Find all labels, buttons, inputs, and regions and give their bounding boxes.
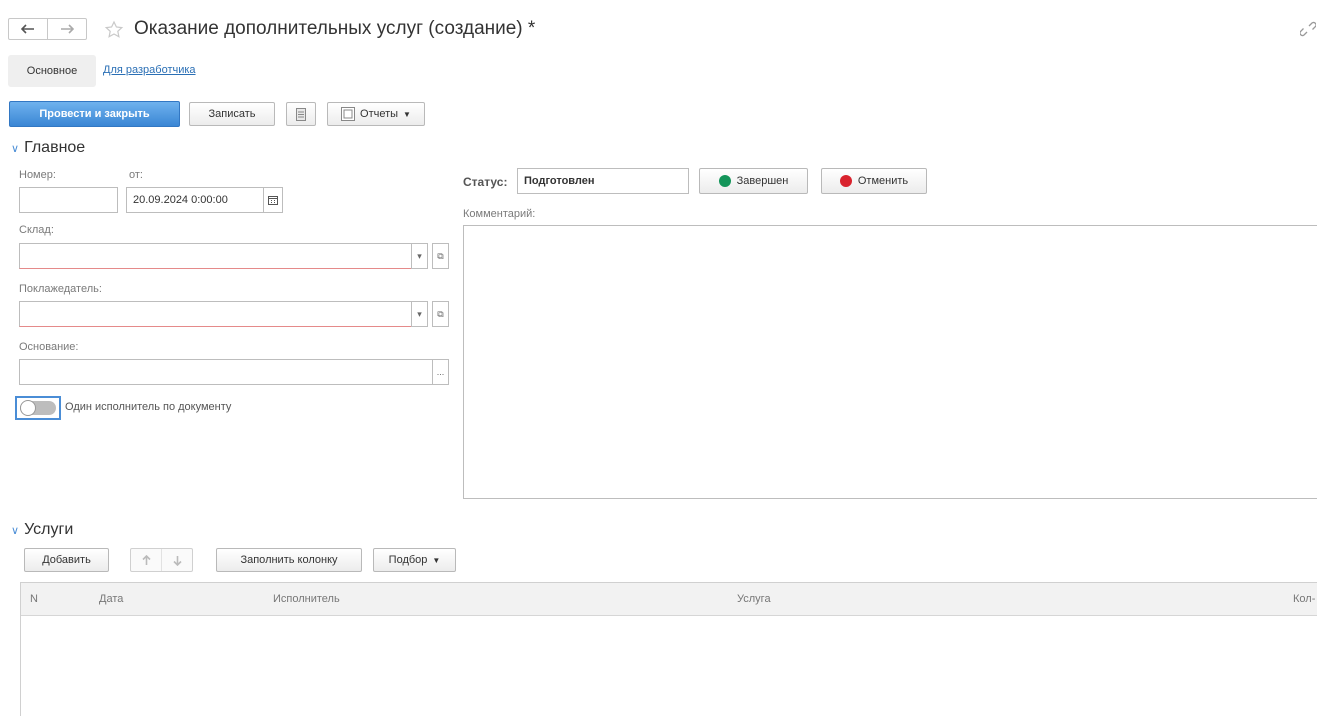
- services-table: N Дата Исполнитель Услуга Кол-: [20, 582, 1317, 716]
- open-icon: ⧉: [437, 250, 444, 261]
- services-section-title: Услуги: [24, 521, 74, 538]
- chevron-down-icon: ∨: [11, 524, 20, 537]
- calendar-button[interactable]: [263, 187, 283, 213]
- green-dot-icon: [718, 175, 731, 187]
- calendar-icon: [268, 196, 278, 205]
- bailor-label: Поклажедатель:: [19, 283, 102, 295]
- add-button[interactable]: Добавить: [24, 548, 109, 572]
- services-section-header[interactable]: ∨ Услуги: [11, 521, 73, 539]
- column-header-n[interactable]: N: [30, 583, 38, 615]
- selection-button[interactable]: Подбор ▼: [373, 548, 456, 572]
- arrow-down-icon: [172, 555, 182, 566]
- date-input[interactable]: 20.09.2024 0:00:00: [126, 187, 264, 213]
- move-down-button[interactable]: [162, 549, 192, 571]
- save-button[interactable]: Записать: [189, 102, 275, 126]
- reports-label: Отчеты: [360, 108, 399, 120]
- tab-developer[interactable]: Для разработчика: [103, 64, 196, 76]
- favorite-star-icon[interactable]: [104, 20, 124, 40]
- basis-label: Основание:: [19, 341, 79, 353]
- column-header-executor[interactable]: Исполнитель: [273, 583, 340, 615]
- basis-input[interactable]: [19, 359, 433, 385]
- chevron-down-icon: ▾: [417, 250, 422, 261]
- fill-column-button[interactable]: Заполнить колонку: [216, 548, 362, 572]
- ellipsis-icon: ...: [436, 367, 445, 377]
- document-icon-button[interactable]: [286, 102, 316, 126]
- from-label: от:: [129, 169, 143, 181]
- warehouse-dropdown-button[interactable]: ▾: [411, 243, 428, 269]
- cancel-label: Отменить: [857, 175, 909, 187]
- warehouse-open-button[interactable]: ⧉: [432, 243, 449, 269]
- main-section-header[interactable]: ∨ Главное: [11, 139, 85, 157]
- link-icon[interactable]: [1299, 20, 1317, 38]
- status-field: Подготовлен: [517, 168, 689, 194]
- open-icon: ⧉: [437, 308, 444, 319]
- red-dot-icon: [839, 175, 852, 187]
- reports-icon: [341, 107, 356, 121]
- toggle-switch: [20, 400, 56, 416]
- tab-main-label: Основное: [26, 65, 78, 77]
- toggle-knob: [20, 400, 36, 416]
- status-label: Статус:: [463, 175, 508, 189]
- column-header-service[interactable]: Услуга: [737, 583, 771, 615]
- single-executor-toggle[interactable]: [15, 396, 61, 420]
- tab-main[interactable]: Основное: [8, 55, 96, 87]
- selection-label: Подбор: [388, 554, 428, 566]
- back-button[interactable]: [8, 18, 48, 40]
- bailor-open-button[interactable]: ⧉: [432, 301, 449, 327]
- column-header-quantity[interactable]: Кол-: [1293, 583, 1315, 615]
- window-title: Оказание дополнительных услуг (создание)…: [134, 18, 536, 39]
- table-header: N Дата Исполнитель Услуга Кол-: [21, 583, 1317, 616]
- post-and-close-button[interactable]: Провести и закрыть: [9, 101, 180, 127]
- arrow-up-icon: [141, 554, 151, 565]
- complete-button[interactable]: Завершен: [699, 168, 808, 194]
- document-icon: [296, 107, 306, 121]
- arrow-right-icon: [60, 24, 74, 34]
- chevron-down-icon: ▼: [403, 109, 411, 119]
- move-up-button[interactable]: [131, 549, 162, 571]
- chevron-down-icon: ∨: [11, 142, 20, 155]
- move-buttons: [130, 548, 193, 572]
- warehouse-input[interactable]: [19, 243, 412, 269]
- cancel-button[interactable]: Отменить: [821, 168, 927, 194]
- basis-select-button[interactable]: ...: [432, 359, 449, 385]
- single-executor-label: Один исполнитель по документу: [65, 401, 232, 413]
- reports-button[interactable]: Отчеты ▼: [327, 102, 425, 126]
- column-header-date[interactable]: Дата: [99, 583, 123, 615]
- warehouse-label: Склад:: [19, 224, 54, 236]
- arrow-left-icon: [21, 24, 34, 34]
- comment-textarea[interactable]: [463, 225, 1317, 499]
- chevron-down-icon: ▾: [417, 308, 422, 319]
- main-section-title: Главное: [24, 139, 86, 156]
- bailor-dropdown-button[interactable]: ▾: [411, 301, 428, 327]
- complete-label: Завершен: [736, 175, 789, 187]
- chevron-down-icon: ▼: [432, 555, 441, 565]
- bailor-input[interactable]: [19, 301, 412, 327]
- number-label: Номер:: [19, 169, 56, 181]
- comment-label: Комментарий:: [463, 208, 536, 220]
- forward-button[interactable]: [47, 18, 87, 40]
- number-input[interactable]: [19, 187, 118, 213]
